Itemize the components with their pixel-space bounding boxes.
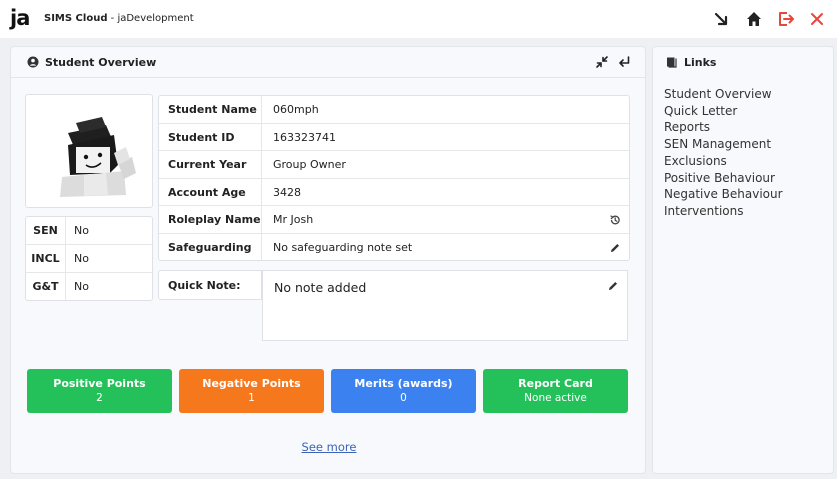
merits-button[interactable]: Merits (awards) 0 xyxy=(331,369,476,413)
flag-value: No xyxy=(74,252,89,265)
info-value: 060mph xyxy=(273,103,319,116)
flag-value: No xyxy=(74,280,89,293)
student-info-table: Student Name 060mph Student ID 163323741… xyxy=(158,95,630,261)
info-row-current-year: Current Year Group Owner xyxy=(159,151,629,179)
links-list: Student Overview Quick Letter Reports SE… xyxy=(664,86,783,220)
info-label: Safeguarding xyxy=(159,233,262,260)
app-title: SIMS Cloud - jaDevelopment xyxy=(44,13,194,24)
info-value: 163323741 xyxy=(273,130,336,144)
logout-icon[interactable] xyxy=(776,9,796,29)
info-row-account-age: Account Age 3428 xyxy=(159,178,629,206)
flag-value: No xyxy=(74,224,89,237)
info-label: Student Name xyxy=(159,96,262,123)
flag-row-sen: SEN No xyxy=(26,217,152,245)
student-flags-table: SEN No INCL No G&T No xyxy=(25,216,153,301)
return-icon[interactable] xyxy=(617,55,631,69)
book-icon xyxy=(667,57,677,68)
student-overview-title: Student Overview xyxy=(45,56,157,69)
user-icon xyxy=(27,56,39,68)
link-exclusions[interactable]: Exclusions xyxy=(664,153,783,170)
stat-value: 0 xyxy=(400,392,407,404)
link-interventions[interactable]: Interventions xyxy=(664,203,783,220)
positive-points-button[interactable]: Positive Points 2 xyxy=(27,369,172,413)
link-sen-management[interactable]: SEN Management xyxy=(664,136,783,153)
student-overview-header: Student Overview xyxy=(11,47,645,78)
home-icon[interactable] xyxy=(744,9,764,29)
compress-icon[interactable] xyxy=(595,55,609,69)
stat-label: Merits (awards) xyxy=(354,377,453,390)
quick-note-box[interactable]: No note added xyxy=(262,270,628,341)
app-logo: ja xyxy=(10,6,30,30)
link-student-overview[interactable]: Student Overview xyxy=(664,86,783,103)
info-value: Mr Josh xyxy=(273,213,314,226)
info-label: Account Age xyxy=(159,178,262,205)
links-header: Links xyxy=(653,47,833,77)
edit-pencil-icon[interactable] xyxy=(609,242,621,254)
flag-label: G&T xyxy=(26,273,66,300)
stat-value: 1 xyxy=(248,392,255,404)
stat-value: 2 xyxy=(96,392,103,404)
negative-points-button[interactable]: Negative Points 1 xyxy=(179,369,324,413)
minimize-arrow-icon[interactable] xyxy=(711,9,731,29)
stat-value: None active xyxy=(524,392,587,404)
quick-note-text: No note added xyxy=(274,280,367,295)
links-title: Links xyxy=(684,56,717,69)
history-icon[interactable] xyxy=(609,214,621,226)
link-positive-behaviour[interactable]: Positive Behaviour xyxy=(664,170,783,187)
stat-label: Report Card xyxy=(518,377,593,390)
edit-pencil-icon[interactable] xyxy=(607,280,619,292)
info-label: Roleplay Name xyxy=(159,206,262,233)
link-reports[interactable]: Reports xyxy=(664,119,783,136)
link-quick-letter[interactable]: Quick Letter xyxy=(664,103,783,120)
link-negative-behaviour[interactable]: Negative Behaviour xyxy=(664,186,783,203)
stat-label: Positive Points xyxy=(53,377,146,390)
info-value: 3428 xyxy=(273,185,301,199)
close-icon[interactable] xyxy=(807,9,827,29)
flag-label: INCL xyxy=(26,245,66,272)
info-row-student-name: Student Name 060mph xyxy=(159,96,629,124)
info-row-safeguarding: Safeguarding No safeguarding note set xyxy=(159,233,629,260)
quick-note-label: Quick Note: xyxy=(158,270,262,300)
avatar-image xyxy=(60,117,136,197)
info-label: Student ID xyxy=(159,123,262,150)
info-value: Group Owner xyxy=(273,158,346,171)
see-more-link[interactable]: See more xyxy=(0,440,658,454)
info-value: No safeguarding note set xyxy=(273,240,413,254)
stat-label: Negative Points xyxy=(202,377,301,390)
info-row-roleplay-name: Roleplay Name Mr Josh xyxy=(159,206,629,234)
student-avatar xyxy=(25,94,153,208)
title-bar: ja SIMS Cloud - jaDevelopment xyxy=(0,0,837,38)
flag-row-gt: G&T No xyxy=(26,273,152,300)
flag-label: SEN xyxy=(26,217,66,244)
flag-row-incl: INCL No xyxy=(26,245,152,273)
info-row-student-id: Student ID 163323741 xyxy=(159,123,629,151)
info-label: Current Year xyxy=(159,151,262,178)
report-card-button[interactable]: Report Card None active xyxy=(483,369,628,413)
